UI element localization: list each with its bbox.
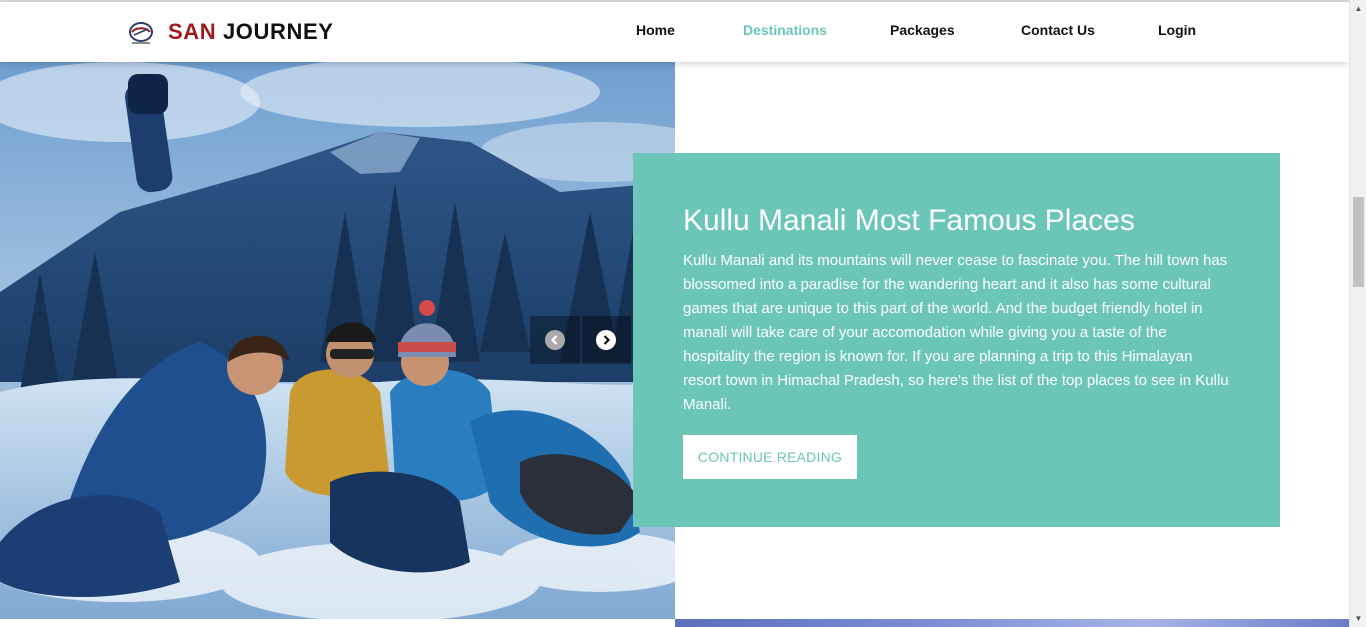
main-nav: Home Destinations Packages Contact Us Lo… — [0, 2, 1349, 62]
continue-reading-button[interactable]: CONTINUE READING — [683, 435, 857, 479]
page: SAN JOURNEY Home Destinations Packages C… — [0, 0, 1349, 627]
carousel-prev-button[interactable] — [530, 316, 580, 364]
chevron-right-circle-icon — [596, 330, 617, 350]
card-title: Kullu Manali Most Famous Places — [683, 204, 1135, 237]
scroll-up-arrow-icon[interactable]: ▲ — [1350, 0, 1366, 17]
destination-card: Kullu Manali Most Famous Places Kullu Ma… — [633, 153, 1280, 527]
vertical-scrollbar[interactable]: ▲ ▼ — [1349, 0, 1366, 627]
card-body: Kullu Manali and its mountains will neve… — [683, 252, 1229, 413]
nav-item-home[interactable]: Home — [636, 22, 675, 38]
nav-item-packages[interactable]: Packages — [890, 22, 955, 38]
nav-item-login[interactable]: Login — [1158, 22, 1196, 38]
nav-item-destinations[interactable]: Destinations — [743, 22, 827, 38]
carousel-controls — [530, 316, 633, 364]
chevron-left-circle-icon — [544, 330, 565, 350]
scrollbar-thumb[interactable] — [1353, 197, 1364, 287]
next-section-image-strip — [675, 619, 1349, 627]
scroll-down-arrow-icon[interactable]: ▼ — [1350, 610, 1366, 627]
carousel-next-button[interactable] — [581, 316, 631, 364]
nav-item-contact-us[interactable]: Contact Us — [1021, 22, 1095, 38]
